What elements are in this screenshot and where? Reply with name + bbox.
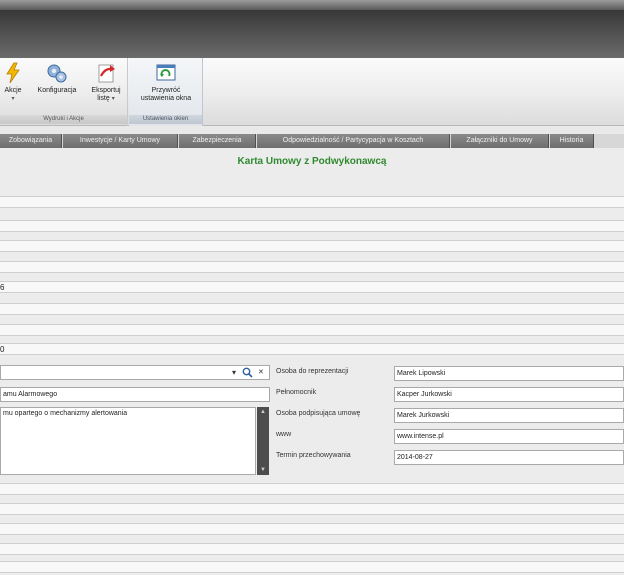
window-title-bar [0, 0, 624, 58]
form-row-8-value: 0 [0, 345, 5, 354]
ribbon-group-label: Wydruki i Akcje [0, 115, 127, 124]
ribbon-group-prints-actions: Akcje ▾ Konfiguracja Eksportuj listę ▾ W… [0, 58, 128, 126]
restore-button-label-2: ustawienia okna [140, 95, 192, 102]
storage-term-field[interactable]: 2014-08-27 [394, 450, 624, 465]
restore-window-icon [156, 64, 176, 81]
form-row-5-value: 6 [0, 283, 5, 292]
form-row-2[interactable] [0, 220, 624, 232]
form-row-5[interactable]: 6 [0, 281, 624, 293]
export-dropdown-arrow: ▾ [111, 96, 115, 102]
subject-field[interactable]: amu Alarmowego [0, 387, 270, 402]
storage-term-label: Termin przechowywania [276, 452, 351, 459]
actions-button-label: Akcje [4, 87, 22, 94]
ribbon-group-window-settings: Przywróć ustawienia okna Ustawienia okie… [129, 58, 203, 126]
combo-dropdown-icon[interactable]: ▾ [232, 365, 236, 380]
form-row-9[interactable] [0, 483, 624, 495]
form-row-6[interactable] [0, 303, 624, 315]
form-row-4[interactable] [0, 261, 624, 273]
form-row-3[interactable] [0, 240, 624, 252]
form-title: Karta Umowy z Podwykonawcą [237, 156, 387, 167]
representative-label: Osoba do reprezentacji [276, 368, 349, 375]
ribbon-group-label: Ustawienia okien [129, 115, 202, 124]
signer-label: Osoba podpisująca umowę [276, 410, 361, 417]
scroll-up-icon[interactable]: ▲ [258, 408, 268, 416]
scroll-down-icon[interactable]: ▼ [258, 466, 268, 474]
application-window: Akcje ▾ Konfiguracja Eksportuj listę ▾ W… [0, 0, 624, 575]
export-button-label-2: listę [97, 95, 110, 102]
description-scrollbar[interactable]: ▲ ▼ [257, 407, 269, 475]
signer-field[interactable]: Marek Jurkowski [394, 408, 624, 423]
configuration-button[interactable]: Konfiguracja [30, 62, 84, 95]
window-top-strip [0, 0, 624, 10]
actions-dropdown-arrow: ▾ [11, 96, 15, 102]
description-textarea[interactable]: mu opartego o mechanizmy alertowania [0, 407, 256, 475]
search-icon[interactable] [242, 367, 253, 378]
lookup-combo[interactable] [0, 365, 270, 380]
form-row-13[interactable] [0, 561, 624, 573]
gears-icon [47, 64, 67, 83]
tab-investments-contract-cards[interactable]: Inwestycje / Karty Umowy [63, 134, 178, 148]
description-text: mu opartego o mechanizmy alertowania [3, 410, 128, 417]
restore-button-label: Przywróć [151, 87, 181, 94]
lightning-icon [6, 62, 20, 84]
tab-strip: Zobowiązania Inwestycje / Karty Umowy Za… [0, 134, 624, 148]
tab-contract-attachments[interactable]: Załączniki do Umowy [451, 134, 549, 148]
clear-icon[interactable]: ✕ [258, 365, 264, 380]
form-row-11[interactable] [0, 523, 624, 535]
export-list-button[interactable]: Eksportuj listę ▾ [86, 62, 126, 103]
form-row-8[interactable]: 0 [0, 343, 624, 355]
www-label: www [276, 431, 292, 438]
form-row-1[interactable] [0, 196, 624, 208]
representative-field[interactable]: Marek Lipowski [394, 366, 624, 381]
tab-history[interactable]: Historia [550, 134, 594, 148]
attorney-field[interactable]: Kacper Jurkowski [394, 387, 624, 402]
export-icon [98, 64, 115, 83]
tab-responsibility-cost-participation[interactable]: Odpowiedzialność / Partycypacja w Koszta… [257, 134, 450, 148]
tab-obligations[interactable]: Zobowiązania [0, 134, 62, 148]
form-row-10[interactable] [0, 503, 624, 515]
restore-window-settings-button[interactable]: Przywróć ustawienia okna [135, 62, 197, 103]
www-field[interactable]: www.intense.pl [394, 429, 624, 444]
ribbon-toolbar: Akcje ▾ Konfiguracja Eksportuj listę ▾ W… [0, 58, 624, 126]
tab-securities[interactable]: Zabezpieczenia [179, 134, 256, 148]
form-row-12[interactable] [0, 543, 624, 555]
configuration-button-label: Konfiguracja [37, 87, 77, 94]
form-row-7[interactable] [0, 324, 624, 336]
contract-form: Karta Umowy z Podwykonawcą 6 0 ▾ ✕ amu A… [0, 148, 624, 575]
export-button-label: Eksportuj [91, 87, 121, 94]
attorney-label: Pełnomocnik [276, 389, 317, 396]
actions-button[interactable]: Akcje ▾ [2, 62, 24, 103]
